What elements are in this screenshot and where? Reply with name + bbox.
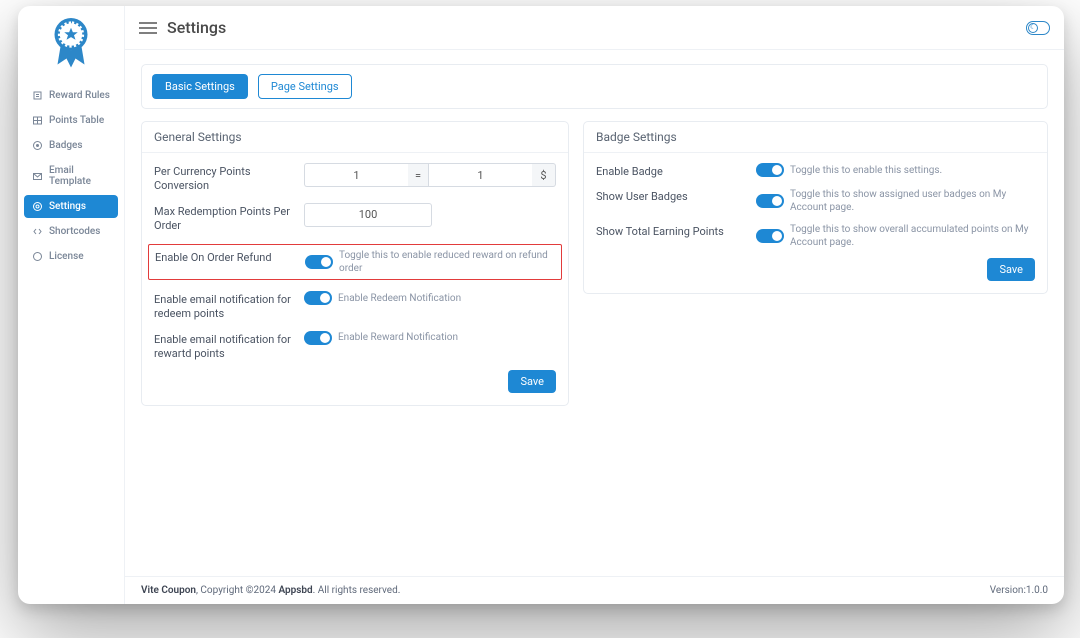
conversion-controls: = $ — [304, 163, 556, 187]
show-total-points-row: Show Total Earning Points Toggle this to… — [596, 223, 1035, 249]
footer-rights: . All rights reserved. — [313, 585, 401, 596]
panel-body: Per Currency Points Conversion = $ Max R… — [142, 153, 568, 405]
field-label: Show Total Earning Points — [596, 223, 748, 239]
show-total-points-ctrl: Toggle this to show overall accumulated … — [756, 223, 1035, 249]
reward-ctrl: Enable Reward Notification — [304, 331, 556, 345]
sidebar-item-email-template[interactable]: Email Template — [24, 159, 118, 193]
max-redemption-ctrl — [304, 203, 556, 227]
per-currency-row: Per Currency Points Conversion = $ — [154, 163, 556, 194]
sidebar-item-label: Points Table — [49, 115, 104, 126]
refund-ctrl: Toggle this to enable reduced reward on … — [305, 249, 555, 275]
conversion-left-input[interactable] — [304, 163, 408, 187]
sidebar-item-label: License — [49, 251, 84, 262]
sidebar-item-shortcodes[interactable]: Shortcodes — [24, 220, 118, 243]
redeem-ctrl: Enable Redeem Notification — [304, 291, 556, 305]
rules-icon — [32, 90, 43, 101]
reward-toggle[interactable] — [304, 331, 332, 345]
field-label: Enable email notification for rewartd po… — [154, 331, 296, 362]
content: Basic Settings Page Settings General Set… — [125, 50, 1064, 576]
gear-icon — [32, 201, 43, 212]
show-user-badges-row: Show User Badges Toggle this to show ass… — [596, 188, 1035, 214]
field-label: Enable Badge — [596, 163, 748, 179]
menu-toggle-icon[interactable] — [139, 21, 157, 35]
footer-company: Appsbd — [278, 585, 312, 596]
field-label: Enable On Order Refund — [155, 249, 297, 265]
toggle-desc: Toggle this to enable reduced reward on … — [339, 249, 555, 275]
toggle-desc: Toggle this to show assigned user badges… — [790, 188, 1035, 214]
show-user-badges-toggle[interactable] — [756, 194, 784, 208]
max-redemption-input[interactable] — [304, 203, 432, 227]
sidebar: Reward Rules Points Table Badges Email T… — [18, 6, 125, 604]
show-total-points-toggle[interactable] — [756, 229, 784, 243]
reward-badge-icon — [44, 15, 98, 69]
app-window: Reward Rules Points Table Badges Email T… — [18, 6, 1064, 604]
sidebar-nav: Reward Rules Points Table Badges Email T… — [18, 78, 124, 268]
page-title: Settings — [167, 18, 1016, 37]
panel-body: Enable Badge Toggle this to enable this … — [584, 153, 1047, 293]
brand-logo — [18, 6, 124, 78]
enable-badge-toggle[interactable] — [756, 163, 784, 177]
footer-left: Vite Coupon, Copyright ©2024 Appsbd. All… — [141, 585, 400, 596]
topbar: Settings — [125, 6, 1064, 50]
badge-icon — [32, 140, 43, 151]
email-icon — [32, 171, 43, 182]
sidebar-item-points-table[interactable]: Points Table — [24, 109, 118, 132]
footer-version: Version:1.0.0 — [990, 585, 1048, 596]
currency-symbol: $ — [532, 163, 556, 187]
moon-icon — [1028, 23, 1038, 33]
toggle-desc: Enable Redeem Notification — [338, 292, 461, 305]
table-icon — [32, 115, 43, 126]
sidebar-item-label: Badges — [49, 140, 83, 151]
enable-badge-row: Enable Badge Toggle this to enable this … — [596, 163, 1035, 179]
field-label: Per Currency Points Conversion — [154, 163, 296, 194]
field-label: Max Redemption Points Per Order — [154, 203, 296, 234]
toggle-desc: Enable Reward Notification — [338, 331, 458, 344]
show-user-badges-ctrl: Toggle this to show assigned user badges… — [756, 188, 1035, 214]
field-label: Enable email notification for redeem poi… — [154, 291, 296, 322]
field-label: Show User Badges — [596, 188, 748, 204]
sidebar-item-license[interactable]: License — [24, 245, 118, 268]
sidebar-item-reward-rules[interactable]: Reward Rules — [24, 84, 118, 107]
sidebar-item-label: Shortcodes — [49, 226, 100, 237]
panel-title: Badge Settings — [584, 122, 1047, 153]
max-redemption-row: Max Redemption Points Per Order — [154, 203, 556, 234]
tab-page-settings[interactable]: Page Settings — [258, 74, 352, 99]
redeem-notification-row: Enable email notification for redeem poi… — [154, 291, 556, 322]
license-icon — [32, 251, 43, 262]
tab-basic-settings[interactable]: Basic Settings — [152, 74, 248, 99]
general-save-button[interactable]: Save — [508, 370, 556, 393]
tab-bar: Basic Settings Page Settings — [141, 64, 1048, 109]
sidebar-item-label: Email Template — [49, 165, 110, 187]
code-icon — [32, 226, 43, 237]
refund-row-highlighted: Enable On Order Refund Toggle this to en… — [148, 244, 562, 280]
theme-toggle[interactable] — [1026, 21, 1050, 35]
footer-copyright: , Copyright ©2024 — [196, 585, 278, 596]
toggle-desc: Toggle this to enable this settings. — [790, 164, 942, 177]
badge-save-button[interactable]: Save — [987, 258, 1035, 281]
footer: Vite Coupon, Copyright ©2024 Appsbd. All… — [125, 576, 1064, 604]
conversion-right-input[interactable] — [428, 163, 532, 187]
enable-badge-ctrl: Toggle this to enable this settings. — [756, 163, 1035, 177]
footer-brand: Vite Coupon — [141, 585, 196, 596]
main-area: Settings Basic Settings Page Settings Ge… — [125, 6, 1064, 604]
badge-settings-panel: Badge Settings Enable Badge Toggle this … — [583, 121, 1048, 294]
panels-row: General Settings Per Currency Points Con… — [141, 121, 1048, 406]
sidebar-item-label: Reward Rules — [49, 90, 110, 101]
redeem-toggle[interactable] — [304, 291, 332, 305]
refund-toggle[interactable] — [305, 255, 333, 269]
general-settings-panel: General Settings Per Currency Points Con… — [141, 121, 569, 406]
equals-label: = — [408, 163, 428, 187]
reward-notification-row: Enable email notification for rewartd po… — [154, 331, 556, 362]
sidebar-item-label: Settings — [49, 201, 86, 212]
panel-title: General Settings — [142, 122, 568, 153]
toggle-desc: Toggle this to show overall accumulated … — [790, 223, 1035, 249]
sidebar-item-settings[interactable]: Settings — [24, 195, 118, 218]
sidebar-item-badges[interactable]: Badges — [24, 134, 118, 157]
